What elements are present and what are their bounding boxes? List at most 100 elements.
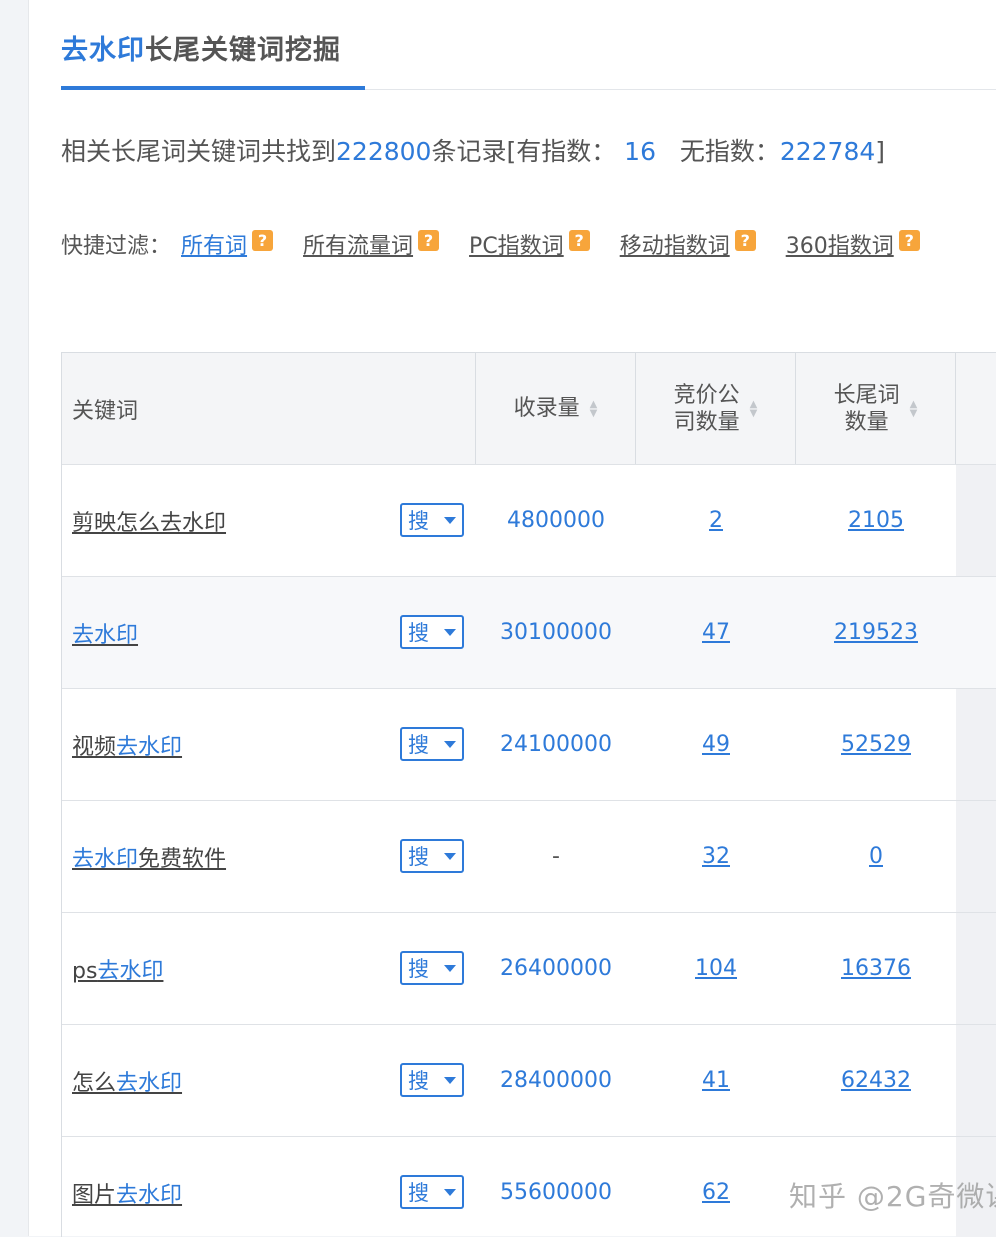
filter-traffic-words-link[interactable]: 所有流量词 [303,228,413,260]
search-button-label: 搜 [408,733,429,757]
summary-with-index: 16 [624,137,656,166]
bid-cell: 104 [636,913,796,1024]
records-cell: 24100000 [476,689,636,800]
keyword-cell: 剪映怎么去水印 搜 [62,465,476,576]
help-icon[interactable]: ? [898,229,920,251]
table-row: 视频去水印 搜 24100000 49 52529 [62,689,996,801]
table-row: 去水印免费软件 搜 - 32 0 [62,801,996,913]
longtail-link[interactable]: 0 [869,844,883,869]
longtail-link[interactable]: 52529 [841,732,911,757]
header-records-label: 收录量 [513,396,580,421]
keyword-link[interactable]: 去水印 [72,617,138,649]
filter-label: 快捷过滤： [61,234,172,259]
bid-cell: 47 [636,577,796,688]
keyword-cell: 怎么去水印 搜 [62,1025,476,1136]
tab-longtail-mining[interactable]: 去水印长尾关键词挖掘 [61,28,365,90]
help-icon[interactable]: ? [418,229,440,251]
longtail-link[interactable]: 2105 [848,508,904,533]
filter-all-words-link[interactable]: 所有词 [181,228,247,260]
records-value: 24100000 [500,732,612,757]
summary-mid2: 无指数： [671,137,780,166]
bid-link[interactable]: 41 [702,1068,730,1093]
longtail-link[interactable]: 62432 [841,1068,911,1093]
records-cell: 26400000 [476,913,636,1024]
summary-total: 222800 [336,137,432,166]
filter-pc-index: PC指数词? [469,228,590,260]
keyword-link[interactable]: 视频去水印 [72,729,182,761]
records-value: 26400000 [500,956,612,981]
bid-link[interactable]: 47 [702,620,730,645]
records-value: 28400000 [500,1068,612,1093]
keyword-link[interactable]: ps去水印 [72,953,163,985]
bid-link[interactable]: 2 [709,508,723,533]
keyword-cell: 图片去水印 搜 [62,1137,476,1237]
bid-cell: 41 [636,1025,796,1136]
search-dropdown-button[interactable]: 搜 [400,839,464,873]
table-header-row: 关键词 收录量 ▲ ▼ 竞价公 司数量 ▲ ▼ 长尾词 数量 ▲ ▼ [62,353,996,465]
bid-link[interactable]: 62 [702,1180,730,1205]
sort-icon[interactable]: ▲ ▼ [910,399,918,418]
summary-without-index: 222784 [779,137,876,166]
filter-pc-index-link[interactable]: PC指数词 [469,228,564,260]
search-dropdown-button[interactable]: 搜 [400,951,464,985]
caret-down-icon [444,852,456,860]
longtail-cell: 219523 [796,577,956,688]
title-keyword: 去水印 [61,35,145,66]
longtail-cell: 0 [796,801,956,912]
search-dropdown-button[interactable]: 搜 [400,1175,464,1209]
search-dropdown-button[interactable]: 搜 [400,727,464,761]
header-longtail-count[interactable]: 长尾词 数量 ▲ ▼ [796,353,956,464]
bid-cell: 49 [636,689,796,800]
bid-link[interactable]: 32 [702,844,730,869]
help-icon[interactable]: ? [252,229,274,251]
keyword-link[interactable]: 怎么去水印 [72,1065,182,1097]
filter-mobile-index: 移动指数词? [620,228,756,260]
filter-360-index-link[interactable]: 360指数词 [786,228,894,260]
header-bid-companies[interactable]: 竞价公 司数量 ▲ ▼ [636,353,796,464]
header-keyword: 关键词 [62,353,476,464]
records-value: 55600000 [500,1180,612,1205]
records-value: 4800000 [507,508,605,533]
table-row: 怎么去水印 搜 28400000 41 62432 [62,1025,996,1137]
help-icon[interactable]: ? [568,229,590,251]
records-cell: - [476,801,636,912]
sort-icon[interactable]: ▲ ▼ [750,399,758,418]
filter-mobile-index-link[interactable]: 移动指数词 [620,228,730,260]
keyword-link[interactable]: 图片去水印 [72,1177,182,1209]
caret-down-icon [444,1076,456,1084]
search-dropdown-button[interactable]: 搜 [400,503,464,537]
search-button-label: 搜 [408,509,429,533]
longtail-cell: 62432 [796,1025,956,1136]
keyword-link[interactable]: 剪映怎么去水印 [72,505,226,537]
main-panel: 去水印长尾关键词挖掘 相关长尾词关键词共找到222800条记录[有指数： 16 … [28,0,996,1237]
keyword-cell: 视频去水印 搜 [62,689,476,800]
summary-prefix: 相关长尾词关键词共找到 [61,137,337,166]
filter-all-words: 所有词? [181,228,274,260]
header-long-line1: 长尾词 [833,382,900,408]
records-cell: 4800000 [476,465,636,576]
longtail-link[interactable]: 16376 [841,956,911,981]
table-row: 去水印 搜 30100000 47 219523 [62,577,996,689]
longtail-link[interactable]: 219523 [834,620,918,645]
search-button-label: 搜 [408,845,429,869]
header-bid-line2: 司数量 [673,409,740,435]
header-bid-line1: 竞价公 [673,382,740,408]
summary-suffix: ] [875,137,886,166]
result-summary: 相关长尾词关键词共找到222800条记录[有指数： 16 无指数：222784] [61,132,885,168]
search-button-label: 搜 [408,957,429,981]
keyword-link[interactable]: 去水印免费软件 [72,841,226,873]
bid-link[interactable]: 49 [702,732,730,757]
search-dropdown-button[interactable]: 搜 [400,1063,464,1097]
help-icon[interactable]: ? [734,229,756,251]
header-records[interactable]: 收录量 ▲ ▼ [476,353,636,464]
title-text: 长尾关键词挖掘 [145,35,341,66]
search-button-label: 搜 [408,621,429,645]
sort-icon[interactable]: ▲ ▼ [590,399,598,418]
header-long-line2: 数量 [844,409,889,435]
records-cell: 55600000 [476,1137,636,1237]
bid-link[interactable]: 104 [695,956,737,981]
longtail-cell: 2105 [796,465,956,576]
caret-down-icon [444,740,456,748]
search-dropdown-button[interactable]: 搜 [400,615,464,649]
longtail-cell: 52529 [796,689,956,800]
